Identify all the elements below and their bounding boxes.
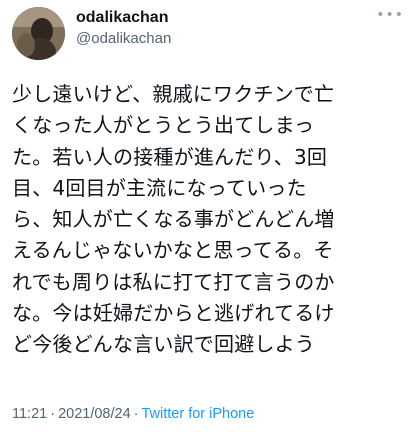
tweet-time[interactable]: 11:21: [12, 406, 47, 422]
tweet-line: な。今は妊婦だからと逃げれてるけ: [12, 301, 335, 326]
tweet-line: 少し遠いけど、親戚にワクチンで亡: [12, 82, 335, 106]
tweet-line: えるんじゃないかなと思ってる。そ: [12, 238, 334, 263]
meta-separator: ·: [133, 406, 139, 422]
meta-separator: ·: [50, 406, 56, 422]
tweet-line: た。若い人の接種が進んだり、3回: [12, 144, 328, 169]
tweet-line: 目、4回目が主流になっていった: [12, 175, 307, 200]
avatar[interactable]: [12, 7, 65, 60]
tweet-date[interactable]: 2021/08/24: [58, 406, 131, 422]
tweet-meta: 11:21 · 2021/08/24 · Twitter for iPhone: [12, 406, 254, 422]
tweet-text: 少し遠いけど、親戚にワクチンで亡 くなった人がとうとう出てしまっ た。若い人の接…: [12, 79, 412, 361]
tweet-header: odalikachan @odalikachan •••: [10, 5, 410, 63]
tweet-source-link[interactable]: Twitter for iPhone: [141, 406, 254, 422]
more-options-icon[interactable]: •••: [376, 7, 404, 23]
user-handle[interactable]: @odalikachan: [76, 28, 171, 50]
tweet-line: れでも周りは私に打て打て言うのか: [12, 269, 335, 294]
display-name[interactable]: odalikachan: [76, 8, 171, 28]
tweet-line: ら、知人が亡くなる事がどんどん増: [12, 207, 335, 232]
tweet-line: ど今後どんな言い訳で回避しよう: [12, 332, 315, 357]
author-names: odalikachan @odalikachan: [76, 8, 171, 50]
avatar-image: [12, 7, 65, 60]
tweet-line: くなった人がとうとう出てしまっ: [12, 113, 315, 138]
